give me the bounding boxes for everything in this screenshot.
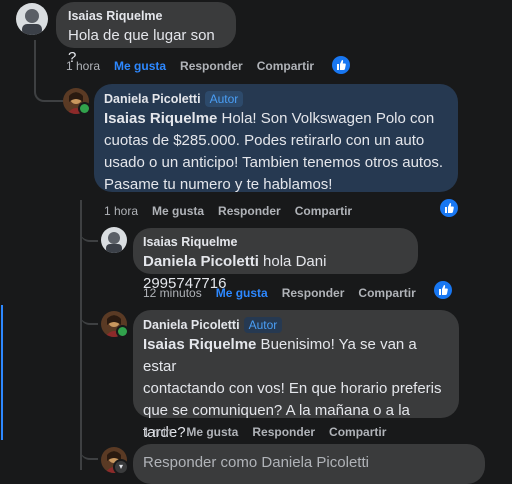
reply-button[interactable]: Responder xyxy=(180,59,243,73)
comment-text: Isaias Riquelme Hola! Son Volkswagen Pol… xyxy=(104,110,444,193)
comment-actions: 12 minutos Me gusta Responder Compartir xyxy=(143,286,430,300)
comment-time[interactable]: 12 minutos xyxy=(143,286,202,300)
comment-bubble: Isaias Riquelme Daniela Picoletti hola D… xyxy=(133,228,418,292)
reply-input[interactable]: Responder como Daniela Picoletti xyxy=(133,444,485,484)
thread-connector xyxy=(80,435,98,460)
avatar[interactable] xyxy=(16,3,48,35)
comment-time[interactable]: 1 hora xyxy=(104,204,138,218)
online-status-icon xyxy=(80,104,89,113)
like-button[interactable]: Me gusta xyxy=(152,204,204,218)
comment-time[interactable]: 1 min xyxy=(143,425,172,439)
author-badge: Autor xyxy=(204,91,244,107)
mention-link[interactable]: Daniela Picoletti xyxy=(143,253,259,270)
comment-actions: 1 min Me gusta Responder Compartir xyxy=(143,425,400,439)
comment-bubble: Daniela Picoletti Autor Isaias Riquelme B… xyxy=(133,310,459,441)
comment-author[interactable]: Isaias Riquelme xyxy=(143,235,408,249)
reply-button[interactable]: Responder xyxy=(218,204,281,218)
comment-author[interactable]: Daniela Picoletti xyxy=(143,318,240,332)
reply-placeholder: Responder como Daniela Picoletti xyxy=(143,454,369,471)
comment-actions: 1 hora Me gusta Responder Compartir xyxy=(104,204,366,218)
thread-connector xyxy=(80,215,98,242)
share-button[interactable]: Compartir xyxy=(358,286,415,300)
reply-button[interactable]: Responder xyxy=(282,286,345,300)
chevron-down-icon[interactable]: ▾ xyxy=(115,461,127,473)
author-badge: Autor xyxy=(243,317,283,333)
thread-line xyxy=(80,200,82,470)
comment-author-row: Daniela Picoletti Autor xyxy=(104,91,448,107)
share-button[interactable]: Compartir xyxy=(295,204,352,218)
online-status-icon xyxy=(118,327,127,336)
comment-time[interactable]: 1 hora xyxy=(66,59,100,73)
like-reaction-icon[interactable] xyxy=(434,281,452,299)
like-reaction-icon[interactable] xyxy=(332,56,350,74)
comment-bubble: Daniela Picoletti Autor Isaias Riquelme H… xyxy=(94,84,458,193)
mention-link[interactable]: Isaias Riquelme xyxy=(143,336,256,353)
reply-button[interactable]: Responder xyxy=(252,425,315,439)
mention-link[interactable]: Isaias Riquelme xyxy=(104,110,217,127)
comment-author-row: Daniela Picoletti Autor xyxy=(143,317,449,333)
comment-author[interactable]: Daniela Picoletti xyxy=(104,92,201,106)
avatar[interactable] xyxy=(101,227,127,253)
comment-bubble: Isaias Riquelme Hola de que lugar son ? xyxy=(56,2,236,66)
like-reaction-icon[interactable] xyxy=(440,199,458,217)
share-button[interactable]: Compartir xyxy=(257,59,314,73)
like-button[interactable]: Me gusta xyxy=(186,425,238,439)
thread-connector xyxy=(80,300,98,325)
comment-actions: 1 hora Me gusta Responder Compartir xyxy=(66,59,328,73)
like-button[interactable]: Me gusta xyxy=(114,59,166,73)
like-button[interactable]: Me gusta xyxy=(216,286,268,300)
comment-author[interactable]: Isaias Riquelme xyxy=(68,9,224,23)
share-button[interactable]: Compartir xyxy=(329,425,386,439)
scroll-indicator xyxy=(1,305,3,440)
thread-connector xyxy=(34,40,64,102)
